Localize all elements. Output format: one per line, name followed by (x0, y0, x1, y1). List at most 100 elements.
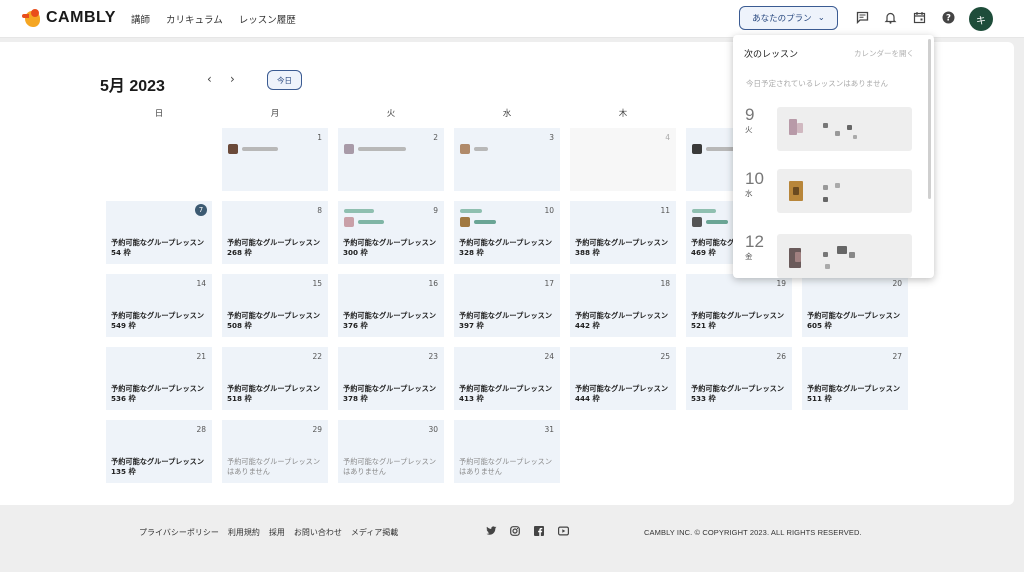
cambly-logo[interactable]: CAMBLY (22, 7, 116, 29)
open-calendar-link[interactable]: カレンダーを開く (854, 48, 914, 59)
instagram-icon[interactable] (509, 526, 521, 538)
nav-item-curriculum[interactable]: カリキュラム (166, 12, 223, 26)
booked-lesson-blur (706, 220, 728, 224)
tutor-avatar-icon (692, 217, 702, 227)
nav-item-lesson-history[interactable]: レッスン履歴 (239, 12, 296, 26)
calendar-day-cell[interactable]: 28 予約可能なグループレッスン 135 枠 (106, 420, 212, 483)
panel-scrollbar[interactable] (928, 39, 931, 199)
booked-lesson-blur (358, 220, 384, 224)
help-icon[interactable]: ? (941, 11, 955, 25)
group-lesson-label: 予約可能なグループレッスン 376 枠 (343, 311, 437, 330)
calendar-day-cell[interactable]: 7 予約可能なグループレッスン 54 枠 (106, 201, 212, 264)
facebook-icon[interactable] (533, 526, 545, 538)
no-group-lesson-label: 予約可能なグループレッスン はありません (227, 457, 321, 476)
booked-lesson-blur (344, 209, 374, 213)
upcoming-lesson-card[interactable] (777, 169, 912, 213)
calendar-day-cell[interactable]: 4 (570, 128, 676, 191)
booked-lesson-blur (474, 147, 488, 151)
calendar-icon[interactable] (912, 11, 926, 25)
booked-lesson-blur (706, 147, 736, 151)
group-lesson-label: 予約可能なグループレッスン 268 枠 (227, 238, 321, 257)
upcoming-day-number: 10 (745, 169, 764, 188)
calendar-day-cell[interactable]: 19 予約可能なグループレッスン 521 枠 (686, 274, 792, 337)
calendar-day-cell[interactable]: 30 予約可能なグループレッスン はありません (338, 420, 444, 483)
nav-item-tutors[interactable]: 講師 (131, 12, 150, 26)
footer-link-contact[interactable]: お問い合わせ (294, 527, 342, 538)
group-lesson-label: 予約可能なグループレッスン 378 枠 (343, 384, 437, 403)
brand-name: CAMBLY (46, 9, 116, 26)
calendar-day-cell[interactable]: 14 予約可能なグループレッスン 549 枠 (106, 274, 212, 337)
upcoming-lesson-card[interactable] (777, 107, 912, 151)
day-number: 22 (312, 352, 322, 361)
weekday-wed: 水 (502, 109, 512, 119)
weekday-thu: 木 (618, 109, 628, 119)
calendar-day-cell[interactable]: 18 予約可能なグループレッスン 442 枠 (570, 274, 676, 337)
upcoming-weekday: 火 (745, 125, 753, 134)
day-number: 21 (196, 352, 206, 361)
group-lesson-label: 予約可能なグループレッスン 413 枠 (459, 384, 553, 403)
chat-icon[interactable] (855, 11, 869, 25)
calendar-day-cell[interactable]: 31 予約可能なグループレッスン はありません (454, 420, 560, 483)
booked-lesson-blur (242, 147, 278, 151)
upcoming-day-number: 12 (745, 232, 764, 251)
footer-link-privacy[interactable]: プライバシーポリシー (139, 527, 219, 538)
upcoming-lesson-card[interactable] (777, 234, 912, 278)
calendar-day-cell[interactable]: 10 予約可能なグループレッスン 328 枠 (454, 201, 560, 264)
prev-month-icon[interactable]: ‹ (207, 72, 212, 86)
youtube-icon[interactable] (557, 526, 569, 538)
group-lesson-label: 予約可能なグループレッスン 442 枠 (575, 311, 669, 330)
calendar-day-cell[interactable]: 26 予約可能なグループレッスン 533 枠 (686, 347, 792, 410)
day-number: 14 (196, 279, 206, 288)
group-lesson-label: 予約可能なグループレッスン 521 枠 (691, 311, 785, 330)
calendar-day-cell[interactable]: 1 (222, 128, 328, 191)
calendar-day-cell[interactable]: 16 予約可能なグループレッスン 376 枠 (338, 274, 444, 337)
plan-dropdown-button[interactable]: あなたのプラン ⌄ (739, 6, 838, 30)
calendar-day-cell[interactable]: 17 予約可能なグループレッスン 397 枠 (454, 274, 560, 337)
calendar-day-cell[interactable]: 3 (454, 128, 560, 191)
tutor-avatar-icon (460, 144, 470, 154)
day-number: 1 (317, 133, 322, 142)
calendar-day-cell[interactable]: 11 予約可能なグループレッスン 388 枠 (570, 201, 676, 264)
chevron-down-icon: ⌄ (817, 13, 825, 23)
cambly-bird-icon (22, 7, 42, 29)
footer-links: プライバシーポリシー 利用規約 採用 お問い合わせ メディア掲載 (139, 527, 398, 538)
group-lesson-label: 予約可能なグループレッスン 397 枠 (459, 311, 553, 330)
day-number: 29 (312, 425, 322, 434)
month-title: 5月 2023 (100, 78, 165, 95)
main-nav: 講師 カリキュラム レッスン履歴 (131, 12, 296, 26)
footer-link-media[interactable]: メディア掲載 (351, 527, 398, 538)
group-lesson-label: 予約可能なグループレッスン 135 枠 (111, 457, 205, 476)
group-lesson-label: 予約可能なグループレッスン 605 枠 (807, 311, 901, 330)
next-month-icon[interactable]: › (230, 72, 235, 86)
group-lesson-label: 予約可能なグループレッスン 508 枠 (227, 311, 321, 330)
tutor-avatar-icon (692, 144, 702, 154)
group-lesson-label: 予約可能なグループレッスン 328 枠 (459, 238, 553, 257)
upcoming-weekday: 金 (745, 252, 753, 261)
calendar-day-cell[interactable]: 8 予約可能なグループレッスン 268 枠 (222, 201, 328, 264)
weekday-sun: 日 (154, 109, 164, 119)
copyright-text: CAMBLY INC. © COPYRIGHT 2023. ALL RIGHTS… (644, 528, 862, 537)
footer: プライバシーポリシー 利用規約 採用 お問い合わせ メディア掲載 CAMBLY … (0, 510, 1024, 572)
calendar-day-cell[interactable]: 22 予約可能なグループレッスン 518 枠 (222, 347, 328, 410)
calendar-day-cell[interactable]: 21 予約可能なグループレッスン 536 枠 (106, 347, 212, 410)
calendar-day-cell[interactable]: 2 (338, 128, 444, 191)
booked-lesson-blur (460, 209, 482, 213)
bell-icon[interactable] (883, 11, 897, 25)
day-number: 28 (196, 425, 206, 434)
footer-link-careers[interactable]: 採用 (269, 527, 285, 538)
calendar-day-cell[interactable]: 15 予約可能なグループレッスン 508 枠 (222, 274, 328, 337)
calendar-day-cell[interactable]: 20 予約可能なグループレッスン 605 枠 (802, 274, 908, 337)
calendar-day-cell[interactable]: 23 予約可能なグループレッスン 378 枠 (338, 347, 444, 410)
calendar-day-cell[interactable]: 9 予約可能なグループレッスン 300 枠 (338, 201, 444, 264)
today-button[interactable]: 今日 (267, 70, 302, 90)
group-lesson-label: 予約可能なグループレッスン 533 枠 (691, 384, 785, 403)
twitter-icon[interactable] (485, 526, 497, 538)
calendar-day-cell[interactable]: 29 予約可能なグループレッスン はありません (222, 420, 328, 483)
day-number: 24 (544, 352, 554, 361)
footer-link-terms[interactable]: 利用規約 (228, 527, 260, 538)
user-avatar[interactable]: キ (969, 7, 993, 31)
calendar-day-cell[interactable]: 24 予約可能なグループレッスン 413 枠 (454, 347, 560, 410)
day-number: 31 (544, 425, 554, 434)
calendar-day-cell[interactable]: 27 予約可能なグループレッスン 511 枠 (802, 347, 908, 410)
calendar-day-cell[interactable]: 25 予約可能なグループレッスン 444 枠 (570, 347, 676, 410)
